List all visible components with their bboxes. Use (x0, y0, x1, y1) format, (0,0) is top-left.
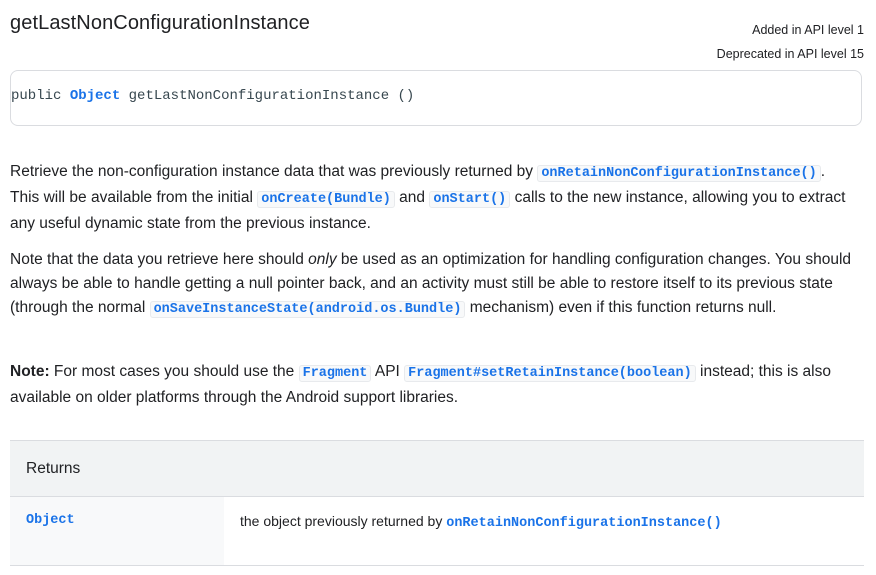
added-api-level: Added in API level 1 (752, 23, 864, 37)
text: This will be available from the initial (10, 189, 258, 206)
signature-method-name: getLastNonConfigurationInstance () (128, 88, 415, 104)
fragment-link[interactable]: Fragment (298, 365, 372, 382)
text: . (820, 163, 826, 180)
returns-row: Object the object previously returned by… (10, 497, 864, 566)
method-title: getLastNonConfigurationInstance (10, 12, 310, 34)
oncreate-link[interactable]: onCreate(Bundle) (257, 191, 395, 208)
text: the object previously returned by (240, 513, 447, 529)
text: Retrieve the non-configuration instance … (10, 163, 538, 180)
note-label: Note: (10, 363, 50, 380)
api-level-info: Added in API level 1 Deprecated in API l… (717, 18, 864, 66)
deprecated-api-level: Deprecated in API level 15 (716, 47, 864, 61)
text: and (394, 189, 430, 206)
text: Note that the data you retrieve here sho… (10, 251, 309, 268)
signature-return-type-link[interactable]: Object (70, 88, 120, 104)
return-description: the object previously returned by onReta… (224, 497, 722, 565)
text: API (371, 363, 405, 380)
note-paragraph: Note: For most cases you should use the … (10, 360, 866, 410)
signature-modifier: public (11, 88, 62, 104)
text: mechanism) even if this function returns… (465, 299, 777, 316)
onretain-link[interactable]: onRetainNonConfigurationInstance() (537, 165, 821, 182)
returns-header: Returns (10, 441, 864, 497)
onsaveinstancestate-link[interactable]: onSaveInstanceState(android.os.Bundle) (149, 301, 466, 318)
description-paragraph-2: Note that the data you retrieve here sho… (10, 248, 866, 322)
setretaininstance-link[interactable]: Fragment#setRetainInstance(boolean) (404, 365, 696, 382)
description-paragraph-1: Retrieve the non-configuration instance … (10, 160, 866, 236)
return-type-link[interactable]: Object (10, 497, 224, 565)
text: For most cases you should use the (49, 363, 299, 380)
returns-table: Returns Object the object previously ret… (10, 440, 864, 566)
emphasis-text: only (308, 251, 337, 268)
return-onretain-link[interactable]: onRetainNonConfigurationInstance() (446, 516, 721, 531)
onstart-link[interactable]: onStart() (429, 191, 511, 208)
method-signature: public Object getLastNonConfigurationIns… (10, 70, 862, 126)
